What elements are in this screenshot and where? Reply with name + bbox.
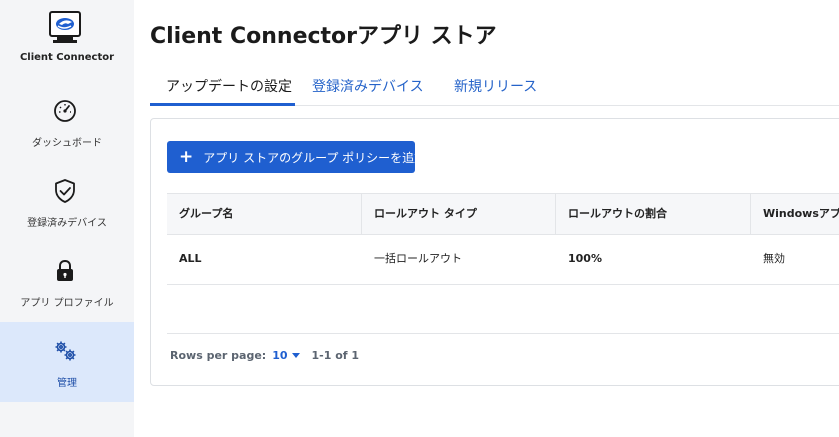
cell-windows-app: 無効 bbox=[763, 252, 785, 265]
sidebar-item-label: 登録済みデバイス bbox=[27, 218, 107, 229]
column-header-rollout-percentage[interactable]: ロールアウトの割合 bbox=[556, 194, 751, 234]
active-tab-indicator bbox=[150, 103, 295, 106]
rows-per-page-label: Rows per page: bbox=[170, 349, 267, 362]
sidebar-item-registered-devices[interactable]: 登録済みデバイス bbox=[0, 162, 134, 242]
page-title: Client Connectorアプリ ストア bbox=[150, 24, 497, 49]
add-group-policy-label: アプリ ストアのグループ ポリシーを追加 bbox=[203, 150, 427, 165]
gears-icon bbox=[55, 341, 76, 361]
column-header-windows-app[interactable]: Windowsアプ bbox=[751, 194, 839, 234]
caret-down-icon bbox=[291, 353, 300, 358]
sidebar-item-app-profile[interactable]: アプリ プロファイル bbox=[0, 242, 134, 322]
client-connector-logo-icon bbox=[49, 11, 81, 43]
tab-new-releases[interactable]: 新規リリース bbox=[454, 76, 537, 96]
table-header: グループ名 ロールアウト タイプ ロールアウトの割合 Windowsアプ bbox=[167, 193, 839, 235]
sidebar-item-label: アプリ プロファイル bbox=[20, 298, 114, 309]
sidebar: Client Connector ダッシュボード 登録済みデバイス アプリ プロ… bbox=[0, 0, 134, 437]
plus-icon: + bbox=[179, 146, 194, 167]
add-group-policy-button[interactable]: + アプリ ストアのグループ ポリシーを追加 bbox=[167, 141, 426, 173]
cell-rollout-type: 一括ロールアウト bbox=[374, 252, 462, 265]
tab-registered-devices[interactable]: 登録済みデバイス bbox=[312, 76, 424, 96]
dashboard-gauge-icon bbox=[54, 100, 76, 122]
brand[interactable]: Client Connector bbox=[0, 0, 134, 80]
sidebar-item-label: 管理 bbox=[57, 378, 77, 389]
pagination: Rows per page: 10 1-1 of 1 bbox=[170, 349, 359, 362]
cell-rollout-percentage: 100% bbox=[568, 252, 602, 265]
main-content: Client Connectorアプリ ストア アップデートの設定 登録済みデバ… bbox=[134, 0, 839, 437]
sidebar-item-admin[interactable]: 管理 bbox=[0, 322, 134, 402]
tab-bar: アップデートの設定 登録済みデバイス 新規リリース bbox=[150, 68, 839, 106]
table-footer-divider bbox=[167, 333, 839, 334]
pagination-range: 1-1 of 1 bbox=[311, 349, 360, 362]
column-header-group-name[interactable]: グループ名 bbox=[167, 194, 362, 234]
table-row[interactable]: ALL 一括ロールアウト 100% 無効 bbox=[167, 235, 839, 285]
shield-check-icon bbox=[55, 179, 75, 203]
policy-card: + アプリ ストアのグループ ポリシーを追加 グループ名 ロールアウト タイプ … bbox=[150, 118, 839, 386]
column-header-rollout-type[interactable]: ロールアウト タイプ bbox=[362, 194, 556, 234]
cell-group-name: ALL bbox=[179, 252, 202, 265]
tab-update-settings[interactable]: アップデートの設定 bbox=[166, 76, 292, 96]
rows-per-page-value: 10 bbox=[272, 349, 288, 362]
lock-icon bbox=[57, 259, 73, 281]
rows-per-page-select[interactable]: 10 bbox=[272, 349, 300, 362]
brand-label: Client Connector bbox=[19, 52, 115, 63]
sidebar-item-label: ダッシュボード bbox=[32, 138, 102, 149]
sidebar-item-dashboard[interactable]: ダッシュボード bbox=[0, 82, 134, 162]
